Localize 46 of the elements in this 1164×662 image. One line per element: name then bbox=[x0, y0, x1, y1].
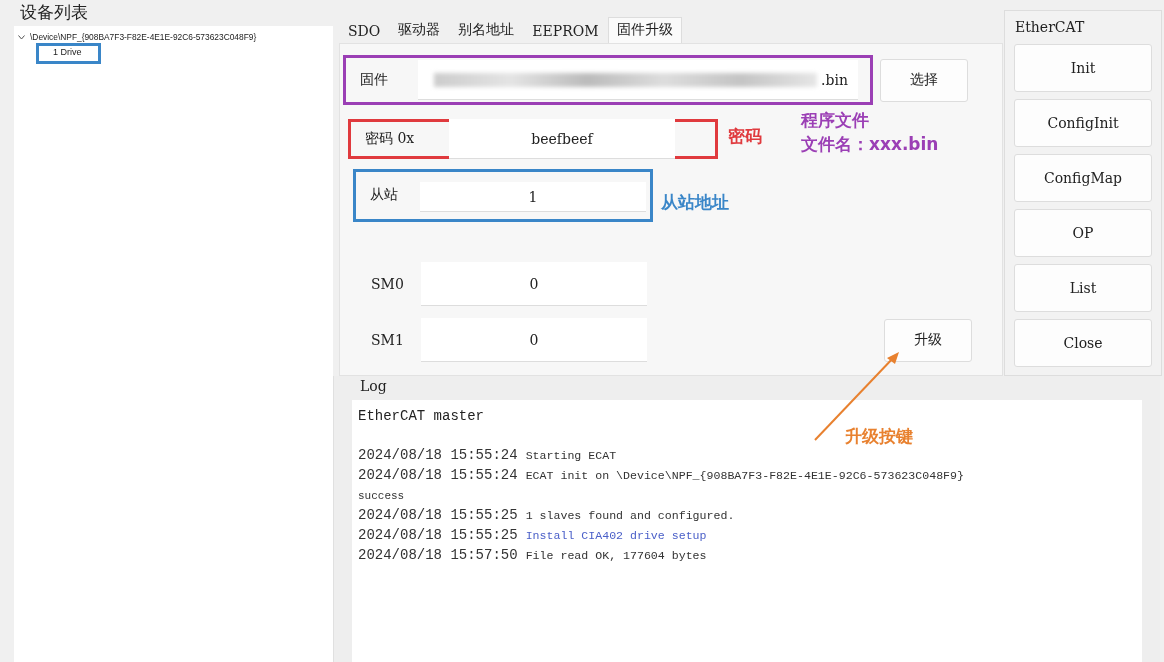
field-label: 密码 0x bbox=[365, 130, 416, 148]
field-label: SM0 bbox=[371, 276, 405, 292]
tab[interactable]: EEPROM bbox=[523, 19, 608, 43]
annotation-text: 程序文件 文件名：xxx.bin bbox=[801, 109, 939, 156]
log-message: Install CIA402 drive setup bbox=[525, 529, 707, 542]
select-button[interactable]: 选择 bbox=[880, 58, 968, 102]
annotation-text: 密码 bbox=[728, 125, 762, 148]
input-field[interactable]: 1 bbox=[420, 182, 646, 212]
annotation-text: 升级按键 bbox=[845, 425, 913, 448]
log-timestamp: 2024/08/18 15:55:24 bbox=[358, 447, 518, 463]
field-label: 固件 bbox=[360, 71, 389, 89]
log-message: File read OK, 177604 bytes bbox=[525, 549, 707, 562]
command-button[interactable]: Close bbox=[1014, 319, 1152, 367]
field-label: 从站 bbox=[370, 186, 399, 204]
log-timestamp: 2024/08/18 15:57:50 bbox=[358, 547, 518, 563]
log-message: ECAT init on \Device\NPF_{908BA7F3-F82E-4E1E-92C6-573623C048F9} bbox=[525, 469, 964, 482]
log-message: success bbox=[358, 489, 406, 504]
annotation-text: 从站地址 bbox=[661, 191, 729, 214]
tab[interactable]: 别名地址 bbox=[449, 17, 524, 43]
log-title: Log bbox=[359, 377, 388, 396]
panel-title: 设备列表 bbox=[20, 1, 89, 24]
log-timestamp: 2024/08/18 15:55:25 bbox=[358, 507, 518, 523]
command-button[interactable]: List bbox=[1014, 264, 1152, 312]
field-label: SM1 bbox=[371, 332, 405, 348]
tree-item[interactable]: 1 Drive bbox=[36, 43, 101, 64]
log-header: EtherCAT master bbox=[358, 408, 486, 424]
command-button[interactable]: ConfigInit bbox=[1014, 99, 1152, 147]
expand-caret-icon[interactable] bbox=[18, 34, 25, 40]
command-button[interactable]: OP bbox=[1014, 209, 1152, 257]
input-field[interactable]: 0 bbox=[421, 262, 647, 306]
tab[interactable]: 固件升级 bbox=[607, 17, 682, 43]
command-button[interactable]: ConfigMap bbox=[1014, 154, 1152, 202]
group-title: EtherCAT bbox=[1014, 18, 1085, 37]
tab[interactable]: 驱动器 bbox=[389, 17, 450, 43]
command-button[interactable]: Init bbox=[1014, 44, 1152, 92]
log-message: 1 slaves found and configured. bbox=[525, 509, 735, 522]
input-field[interactable]: .bin bbox=[418, 60, 858, 100]
log-message: Starting ECAT bbox=[525, 449, 617, 462]
input-field[interactable]: 0 bbox=[421, 318, 647, 362]
tree-item[interactable]: \Device\NPF_{908BA7F3-F82E-4E1E-92C6-573623C048F9} bbox=[30, 32, 257, 42]
input-field[interactable]: beefbeef bbox=[449, 119, 675, 159]
field-value: .bin bbox=[821, 71, 848, 88]
tab[interactable]: SDO bbox=[339, 19, 390, 43]
upgrade-button[interactable]: 升级 bbox=[884, 318, 972, 362]
log-timestamp: 2024/08/18 15:55:24 bbox=[358, 467, 518, 483]
log-timestamp: 2024/08/18 15:55:25 bbox=[358, 527, 518, 543]
